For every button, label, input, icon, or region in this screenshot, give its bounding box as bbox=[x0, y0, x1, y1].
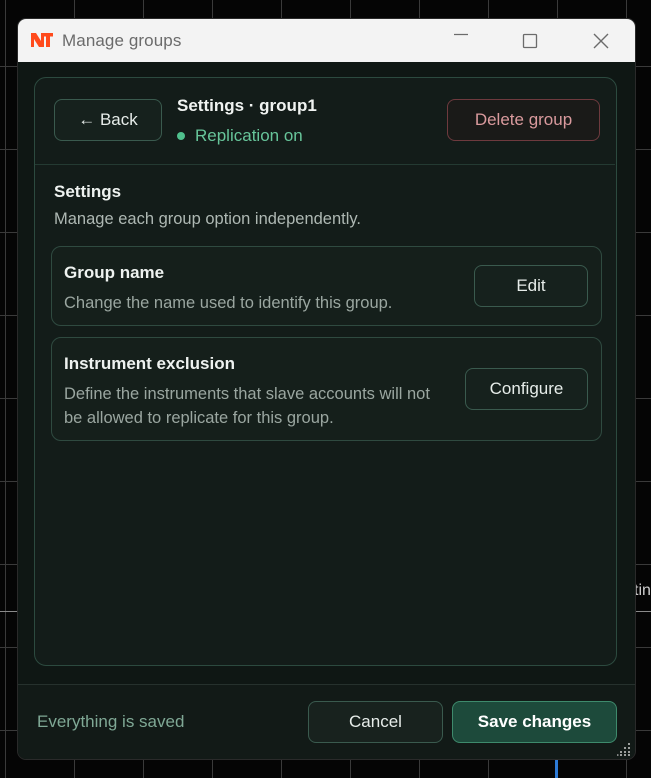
back-button[interactable]: ← Back bbox=[54, 99, 162, 141]
page-title: Settings · group1 bbox=[177, 96, 317, 115]
option-instrument-exclusion: Instrument exclusion Define the instrume… bbox=[51, 337, 602, 441]
configure-exclusion-button[interactable]: Configure bbox=[465, 368, 588, 410]
close-icon bbox=[593, 33, 609, 48]
cancel-button[interactable]: Cancel bbox=[308, 701, 443, 743]
option-description: Define the instruments that slave accoun… bbox=[64, 385, 430, 427]
section-title: Settings bbox=[54, 182, 122, 201]
maximize-button[interactable] bbox=[507, 19, 553, 62]
close-button[interactable] bbox=[578, 19, 624, 62]
resize-grip-icon[interactable] bbox=[617, 742, 631, 756]
minimize-button[interactable] bbox=[438, 19, 484, 62]
window-content: ← Back Settings · group1 Replication on … bbox=[18, 62, 635, 759]
panel-header: ← Back Settings · group1 Replication on … bbox=[35, 78, 615, 165]
replication-status-label: Replication on bbox=[195, 126, 303, 145]
minimize-icon bbox=[454, 33, 468, 35]
delete-group-button[interactable]: Delete group bbox=[447, 99, 600, 141]
window-title: Manage groups bbox=[62, 31, 182, 50]
title-bar[interactable]: Manage groups bbox=[18, 19, 635, 62]
background-partial-text: tin bbox=[634, 582, 651, 599]
save-changes-button[interactable]: Save changes bbox=[452, 701, 617, 743]
group-settings-panel: ← Back Settings · group1 Replication on … bbox=[34, 77, 617, 666]
status-dot-icon bbox=[177, 132, 185, 140]
manage-groups-window: Manage groups ← Back Settings · group1 R… bbox=[18, 19, 635, 759]
edit-group-name-button[interactable]: Edit bbox=[474, 265, 588, 307]
replication-status: Replication on bbox=[177, 126, 303, 146]
option-group-name: Group name Change the name used to ident… bbox=[51, 246, 602, 326]
app-logo-icon bbox=[31, 33, 53, 47]
maximize-icon bbox=[522, 33, 538, 48]
save-status: Everything is saved bbox=[37, 712, 185, 731]
section-subtitle: Manage each group option independently. bbox=[54, 210, 362, 228]
option-title: Group name bbox=[64, 263, 165, 282]
option-description: Change the name used to identify this gr… bbox=[64, 294, 393, 312]
option-title: Instrument exclusion bbox=[64, 354, 235, 373]
dialog-footer: Everything is saved Cancel Save changes bbox=[18, 684, 635, 759]
